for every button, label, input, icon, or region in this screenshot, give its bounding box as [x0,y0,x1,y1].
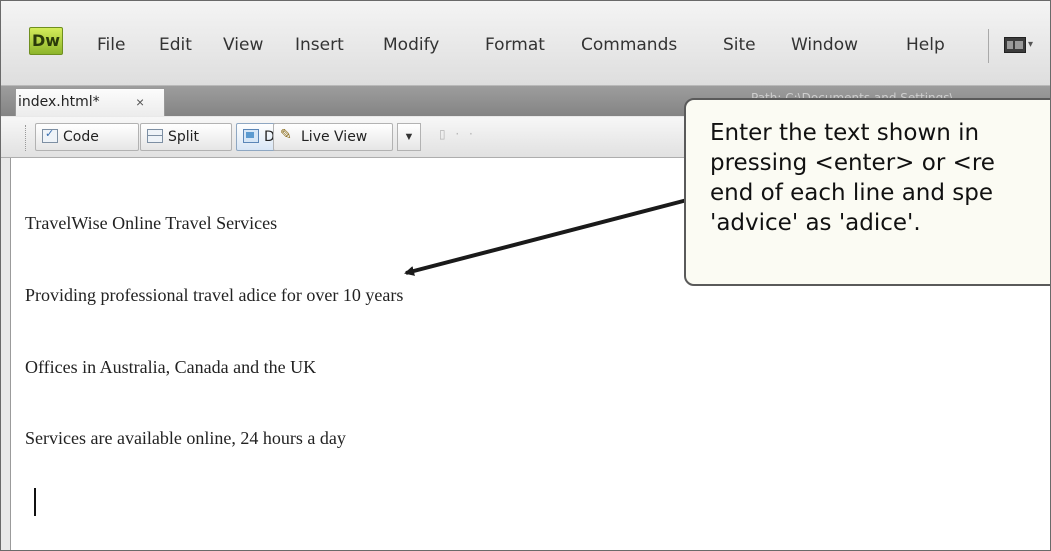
dreamweaver-window: Dw File Edit View Insert Modify Format C… [0,0,1051,551]
instruction-callout: Enter the text shown in pressing <enter>… [684,98,1050,286]
callout-text: Enter the text shown in pressing <enter>… [710,120,995,236]
